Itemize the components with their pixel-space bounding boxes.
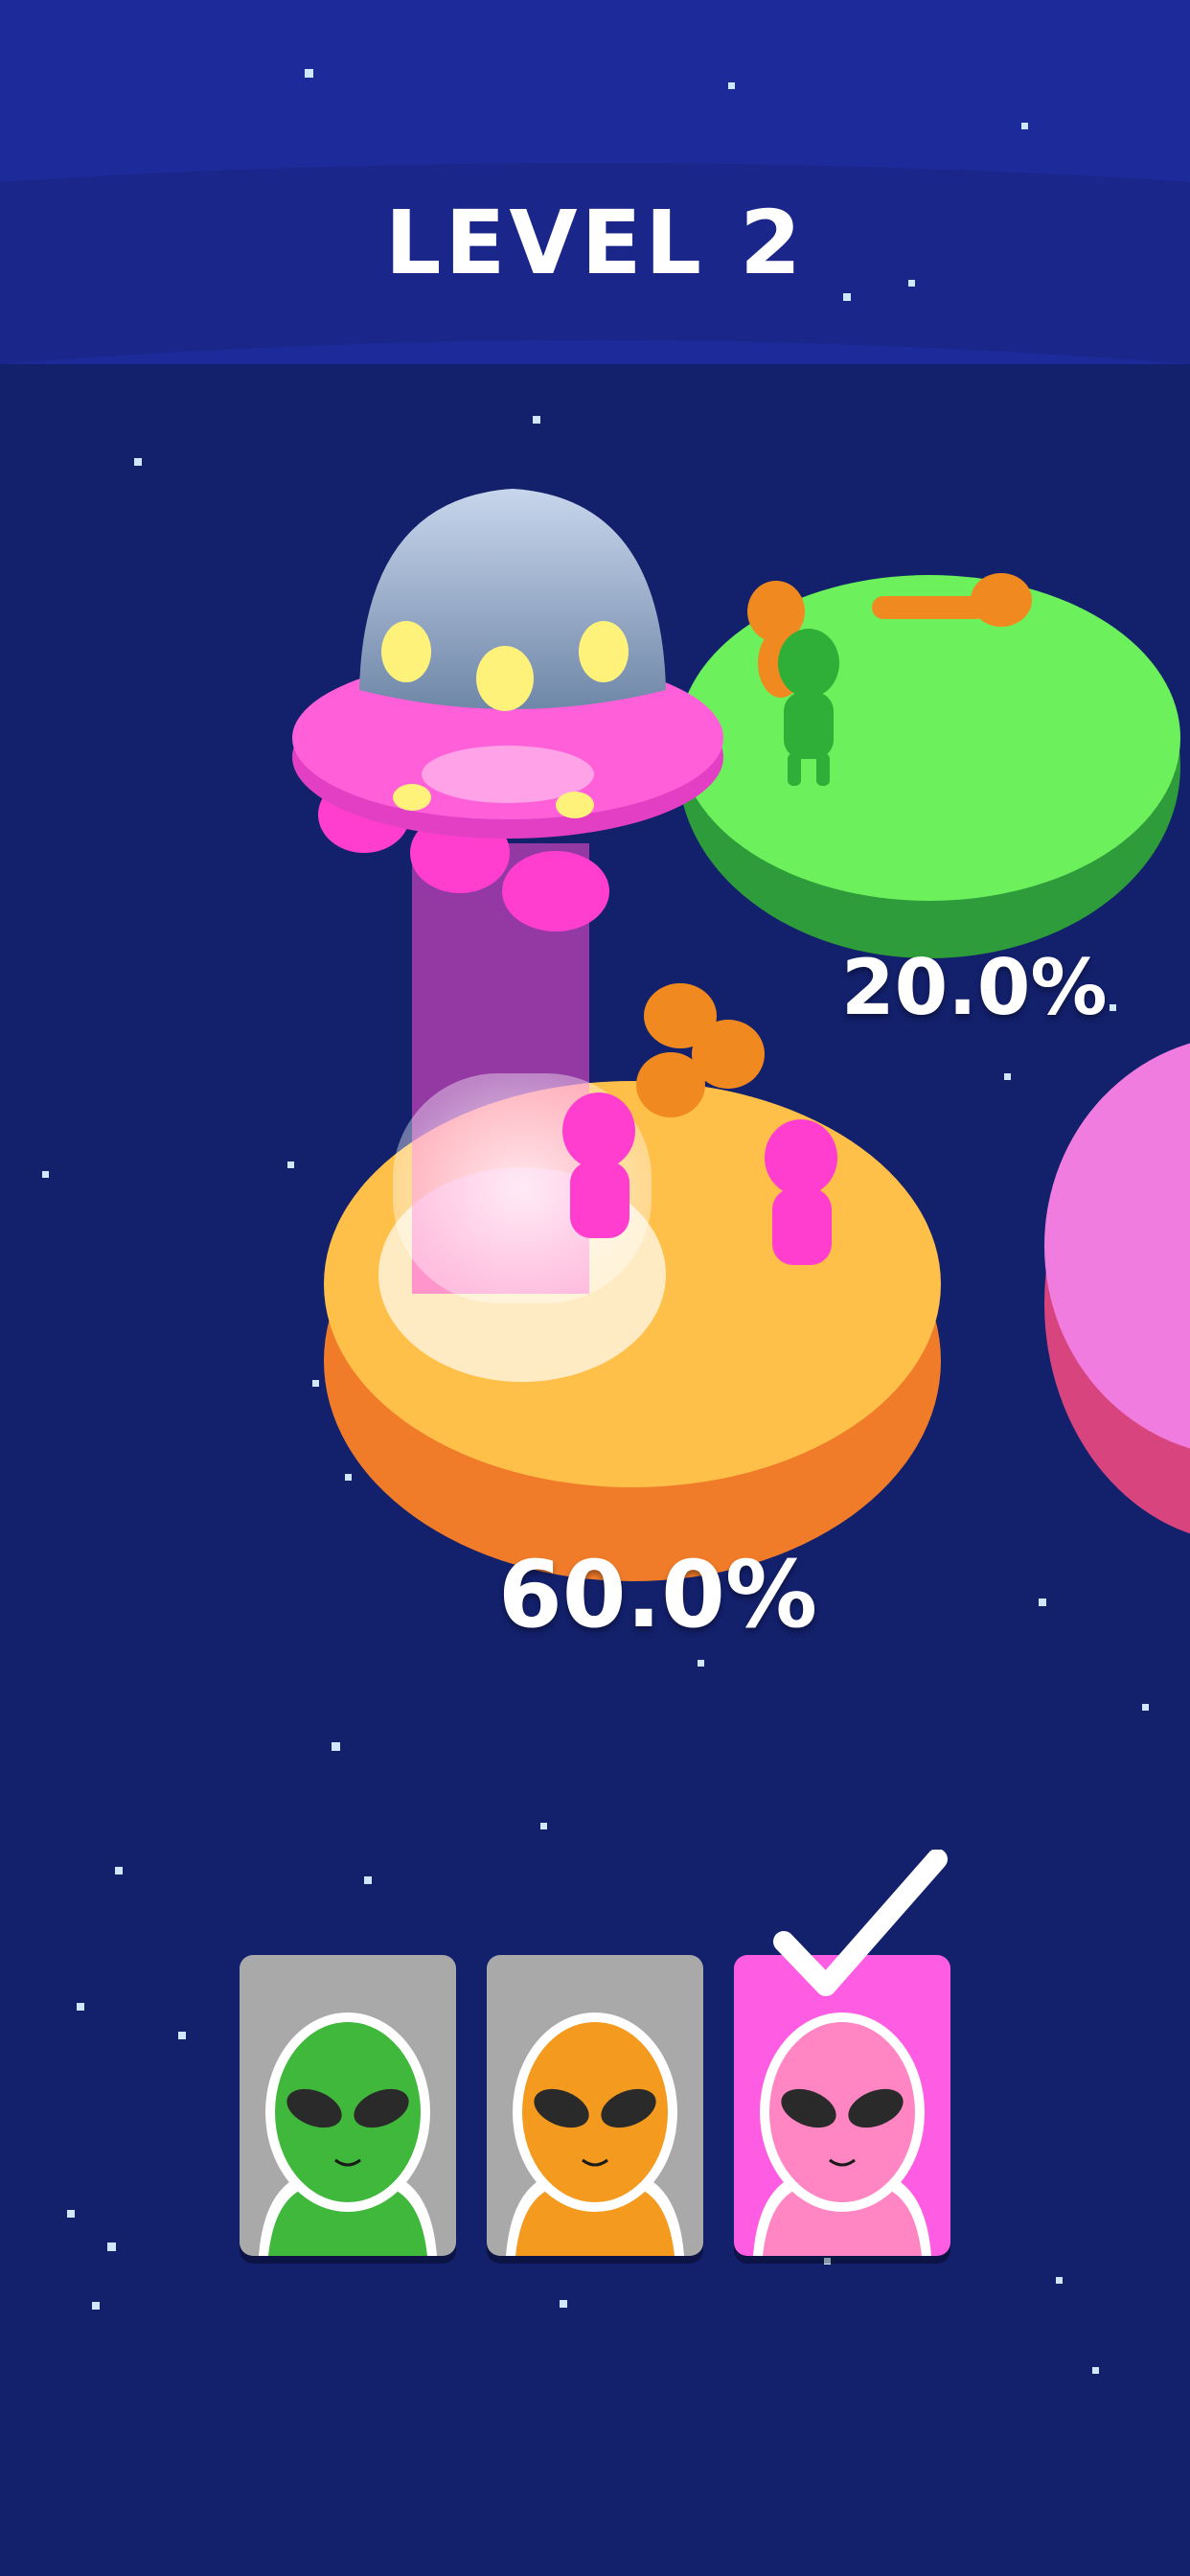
alien-picker [240, 1850, 950, 2262]
green-island [678, 573, 1180, 958]
pink-island [1044, 1043, 1190, 1534]
alien-head-icon [506, 2012, 684, 2256]
alien-head-icon [259, 2012, 437, 2256]
alien-card-orange[interactable] [487, 1955, 703, 2256]
checkmark-icon [773, 1850, 948, 1996]
alien-card-green[interactable] [240, 1955, 456, 2256]
level-title: LEVEL 2 [384, 192, 806, 294]
orange-island-percent: 60.0% [498, 1541, 818, 1648]
green-island-percent: 20.0% [841, 943, 1108, 1032]
